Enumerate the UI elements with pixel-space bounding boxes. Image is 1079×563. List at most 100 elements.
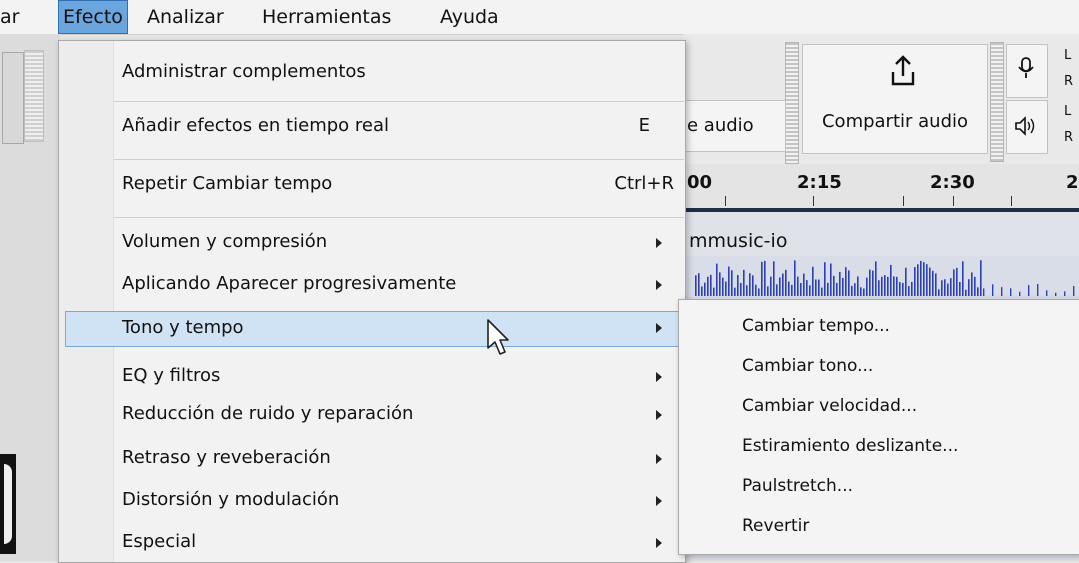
menu-herramientas[interactable]: Herramientas [262,0,391,34]
menu-efecto[interactable]: Efecto [58,0,128,34]
waveform-bar [767,286,769,296]
submenu-arrow-icon [656,238,662,248]
play-meter-right-label: R [1064,130,1074,145]
submenu-item-estiramiento-deslizante[interactable]: Estiramiento deslizante... [742,436,958,456]
timeline-ruler[interactable]: 00 2:15 2:30 2: [683,164,1079,212]
menu-item-aplicando-aparecer[interactable]: Aplicando Aparecer progresivamente [114,267,684,303]
waveform-bar [911,281,913,296]
waveform-bar [944,279,946,296]
submenu-item-cambiar-tempo[interactable]: Cambiar tempo... [742,316,890,336]
waveform-bar [854,283,856,296]
waveform-bar [1001,287,1003,296]
waveform-bar [797,276,799,296]
menu-item-eq-filtros[interactable]: EQ y filtros [114,359,684,395]
ruler-label: 00 [687,172,713,193]
waveform-bar [707,276,709,296]
waveform-bar [815,279,817,296]
waveform-bar [965,289,967,296]
menu-item-label: Repetir Cambiar tempo [122,173,333,194]
menu-item-label: Reducción de ruido y reparación [122,403,414,424]
waveform-bar [947,283,949,296]
toolbar-grip[interactable] [785,42,799,164]
waveform-bar [845,267,847,296]
waveform-bar [830,263,832,296]
waveform-bar [839,271,841,296]
waveform-bar [992,284,994,296]
menu-ayuda[interactable]: Ayuda [440,0,499,34]
menu-item-label: Añadir efectos en tiempo real [122,115,389,136]
waveform-bar [776,284,778,296]
waveform-bar [701,286,703,296]
waveform-bar [695,275,697,296]
waveform-bar [782,273,784,296]
menu-analizar[interactable]: Analizar [147,0,224,34]
waveform-bar [785,269,787,296]
waveform-bar [929,267,931,296]
waveform[interactable] [683,256,1079,300]
waveform-bar [959,281,961,296]
play-meter-left-label: L [1064,104,1072,119]
waveform-bar [746,285,748,296]
menu-item-label: Tono y tempo [122,317,244,338]
waveform-bar [710,274,712,296]
submenu-arrow-icon [656,496,662,506]
submenu-item-cambiar-velocidad[interactable]: Cambiar velocidad... [742,396,917,416]
efecto-menu: Administrar complementos Añadir efectos … [58,40,686,563]
menu-item-label: Aplicando Aparecer progresivamente [122,273,457,294]
waveform-bar [806,280,808,296]
waveform-bar [962,261,964,296]
waveform-bar [758,288,760,296]
left-tool-button[interactable] [2,52,24,144]
waveform-bar [1046,290,1048,296]
waveform-bar [788,281,790,296]
submenu-item-paulstretch[interactable]: Paulstretch... [742,476,853,496]
waveform-bar [905,267,907,296]
waveform-bar [740,282,742,296]
ruler-tick [725,196,726,206]
waveform-bar [881,276,883,296]
ruler-label: 2: [1066,172,1079,193]
toolbar-grip[interactable] [990,42,1004,162]
rec-meter-left-label: L [1064,48,1072,63]
menu-item-reduccion-ruido[interactable]: Reducción de ruido y reparación [114,397,684,433]
menu-item-distorsion-modulacion[interactable]: Distorsión y modulación [114,483,684,519]
menu-item-tono-tempo[interactable]: Tono y tempo [65,311,685,347]
ruler-tick [903,196,904,206]
submenu-item-cambiar-tono[interactable]: Cambiar tono... [742,356,873,376]
waveform-bar [974,276,976,296]
audio-setup-button[interactable]: e audio [683,100,786,152]
waveform-bar [980,260,982,296]
waveform-bar [926,264,928,296]
waveform-bar [935,273,937,296]
submenu-item-revertir[interactable]: Revertir [742,516,809,536]
menu-item-administrar-complementos[interactable]: Administrar complementos [114,53,684,93]
menu-fragment[interactable]: ar [0,0,19,34]
ruler-tick [813,196,814,206]
waveform-bar [869,269,871,296]
menu-item-volumen-compresion[interactable]: Volumen y compresión [114,225,684,261]
waveform-bar [896,276,898,296]
submenu-arrow-icon [656,372,662,382]
waveform-bar [920,260,922,296]
waveform-bar [743,269,745,296]
menu-item-repetir-cambiar-tempo[interactable]: Repetir Cambiar tempo Ctrl+R [114,165,684,205]
menu-item-anadir-efectos-tiempo-real[interactable]: Añadir efectos en tiempo real E [114,107,684,147]
menu-item-label: Especial [122,531,197,552]
submenu-arrow-icon [656,454,662,464]
menu-item-retraso-reverberacion[interactable]: Retraso y reveberación [114,441,684,477]
menu-separator [114,217,684,218]
waveform-bar [1019,291,1021,296]
waveform-bar [833,275,835,296]
waveform-bar [857,276,859,296]
menu-separator [114,159,684,160]
menu-item-label: Retraso y reveberación [122,447,331,468]
menu-item-especial[interactable]: Especial [114,527,684,561]
waveform-bar [773,261,775,296]
menu-item-label: Volumen y compresión [122,231,328,252]
waveform-bar [917,264,919,296]
mouse-cursor-icon [487,319,509,355]
waveform-bar [761,261,763,296]
waveform-bar [818,279,820,296]
left-toolbar-grip[interactable] [24,50,44,142]
waveform-bar [734,287,736,296]
